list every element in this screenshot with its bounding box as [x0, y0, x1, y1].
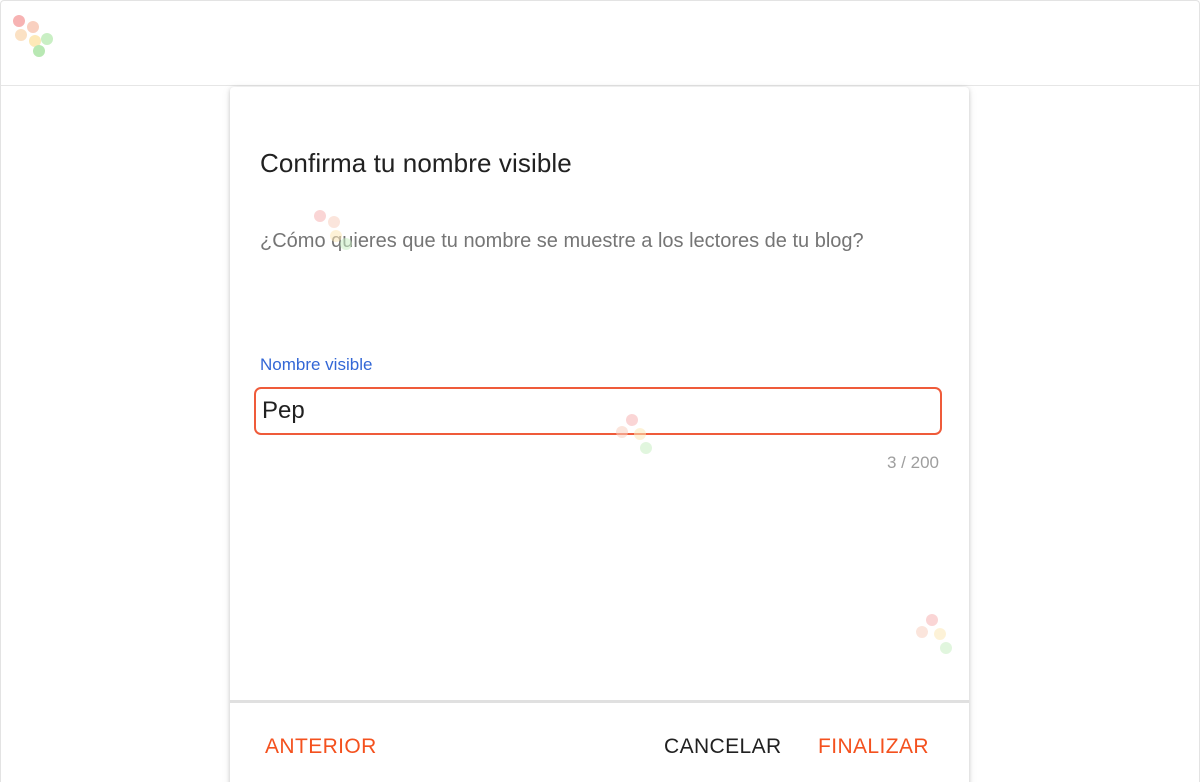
dialog-title: Confirma tu nombre visible — [260, 148, 572, 178]
cancel-button[interactable]: CANCELAR — [664, 735, 782, 759]
display-name-label: Nombre visible — [260, 355, 373, 374]
confirm-display-name-dialog: Confirma tu nombre visible ¿Cómo quieres… — [230, 87, 969, 782]
page-border-left — [0, 84, 1, 782]
page: Confirma tu nombre visible ¿Cómo quieres… — [0, 0, 1200, 782]
previous-button[interactable]: ANTERIOR — [265, 735, 377, 759]
top-bar — [0, 0, 1200, 86]
logo-icon — [11, 13, 63, 61]
watermark-icon — [614, 412, 666, 460]
footer-divider — [230, 700, 969, 703]
finish-button[interactable]: FINALIZAR — [818, 735, 929, 759]
watermark-icon — [914, 612, 966, 660]
watermark-icon — [312, 208, 364, 256]
display-name-input[interactable] — [260, 393, 932, 429]
character-counter: 3 / 200 — [887, 453, 939, 472]
display-name-field-highlight — [254, 387, 942, 435]
